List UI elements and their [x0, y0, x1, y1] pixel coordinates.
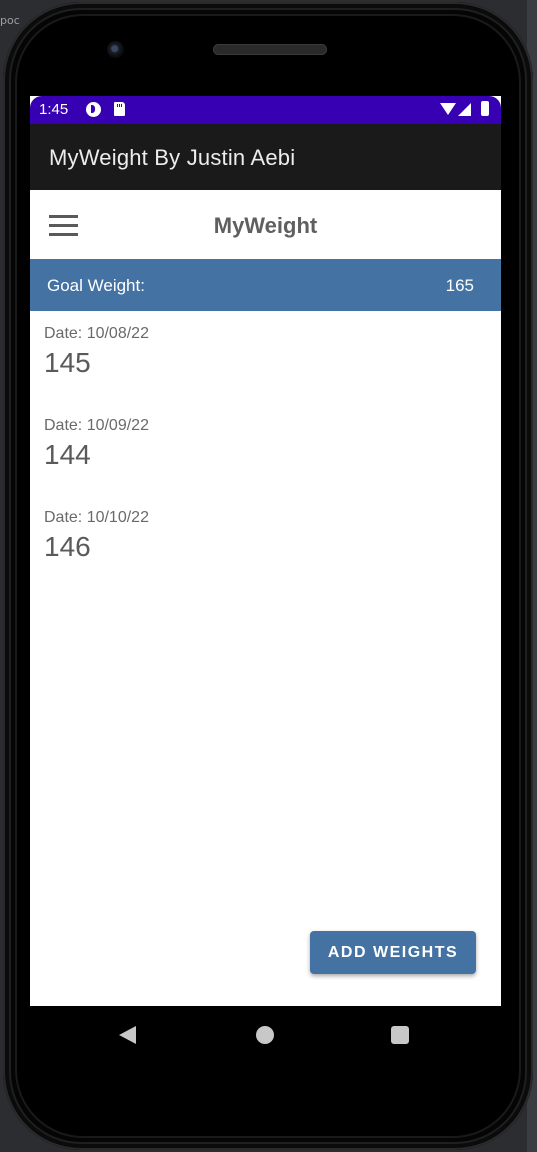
desktop-background-text: poc — [0, 14, 20, 27]
app-screen: 1:45 MyWeight By Justin Aebi MyWeight Go… — [30, 96, 501, 1006]
entry-weight: 146 — [44, 531, 91, 562]
goal-weight-value: 165 — [445, 276, 474, 295]
navigation-bar — [30, 1006, 501, 1062]
signal-icon — [458, 103, 471, 116]
page-title: MyWeight — [213, 213, 318, 238]
list-item[interactable]: Date: 10/10/22 146 — [44, 509, 149, 563]
home-icon[interactable] — [256, 1026, 274, 1044]
entry-weight: 144 — [44, 439, 91, 470]
goal-weight-label: Goal Weight: — [47, 276, 145, 295]
entry-date: Date: 10/09/22 — [44, 417, 149, 434]
add-weights-button[interactable]: ADD WEIGHTS — [310, 931, 476, 974]
list-item[interactable]: Date: 10/09/22 144 — [44, 417, 149, 471]
recent-apps-icon[interactable] — [391, 1026, 409, 1044]
entry-date: Date: 10/08/22 — [44, 325, 149, 342]
earpiece-speaker — [213, 44, 327, 55]
goal-weight-bar: Goal Weight: 165 — [30, 259, 501, 311]
entry-weight: 145 — [44, 347, 91, 378]
app-bar: MyWeight By Justin Aebi — [30, 124, 501, 190]
list-item[interactable]: Date: 10/08/22 145 — [44, 325, 149, 379]
status-time: 1:45 — [39, 101, 69, 118]
status-bar: 1:45 — [30, 96, 501, 124]
sd-card-icon — [114, 102, 125, 116]
data-saver-icon — [86, 102, 101, 117]
entry-date: Date: 10/10/22 — [44, 509, 149, 526]
wifi-icon — [440, 103, 456, 115]
toolbar: MyWeight — [30, 190, 501, 259]
app-title: MyWeight By Justin Aebi — [49, 145, 296, 170]
front-camera — [107, 41, 124, 58]
back-icon[interactable] — [119, 1026, 136, 1044]
battery-icon — [481, 101, 489, 116]
